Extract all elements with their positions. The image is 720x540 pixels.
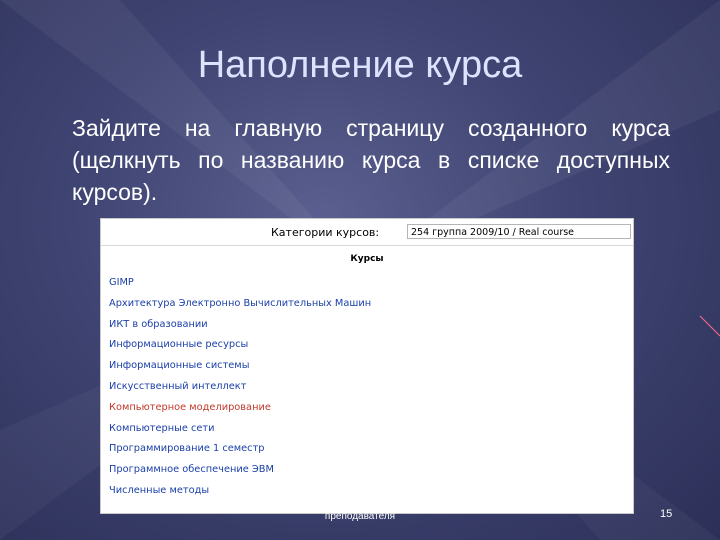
course-link[interactable]: Искусственный интеллект	[109, 377, 371, 398]
page-number: 15	[660, 508, 673, 520]
course-link[interactable]: Программирование 1 семестр	[109, 439, 371, 460]
courses-heading: Курсы	[350, 254, 384, 264]
category-row: Категории курсов: 254 группа 2009/10 / R…	[101, 219, 633, 246]
course-link[interactable]: ИКТ в образовании	[109, 315, 371, 336]
course-link[interactable]: Информационные системы	[109, 356, 371, 377]
slide-title: Наполнение курса	[197, 44, 523, 86]
course-link[interactable]: Архитектура Электронно Вычислительных Ма…	[109, 294, 371, 315]
slide-footer: Методические рекомендации для преподават…	[240, 496, 480, 524]
category-label: Категории курсов:	[271, 226, 380, 239]
course-link[interactable]: GIMP	[109, 273, 371, 294]
footer-line-1: Методические рекомендации для	[281, 497, 439, 508]
category-select[interactable]: 254 группа 2009/10 / Real course	[407, 224, 631, 239]
course-list-screenshot: Категории курсов: 254 группа 2009/10 / R…	[100, 218, 634, 514]
footer-line-2: преподавателя	[324, 511, 396, 522]
course-link[interactable]: Информационные ресурсы	[109, 335, 371, 356]
course-link-active[interactable]: Компьютерное моделирование	[109, 398, 371, 419]
course-link[interactable]: Компьютерные сети	[109, 419, 371, 440]
course-list: GIMP Архитектура Электронно Вычислительн…	[109, 273, 371, 502]
slide-instruction-text: Зайдите на главную страницу созданного к…	[72, 115, 670, 205]
course-link[interactable]: Программное обеспечение ЭВМ	[109, 460, 371, 481]
